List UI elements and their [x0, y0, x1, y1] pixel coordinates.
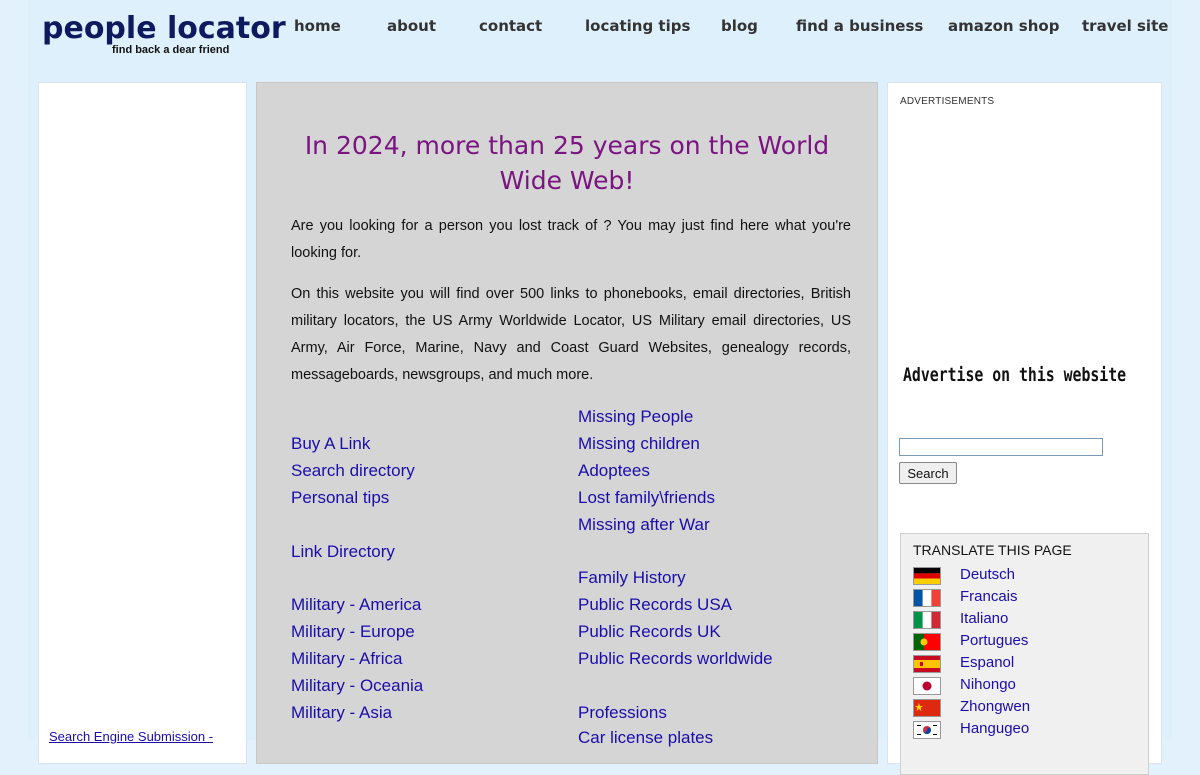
flag-france-icon: [913, 589, 941, 607]
link-link-directory[interactable]: Link Directory: [291, 542, 395, 562]
link-military-asia[interactable]: Military - Asia: [291, 703, 392, 723]
lang-zhongwen-link[interactable]: Zhongwen: [960, 698, 1030, 715]
translate-title: TRANSLATE THIS PAGE: [913, 542, 1072, 558]
link-missing-children[interactable]: Missing children: [578, 434, 700, 454]
flag-japan-icon: [913, 677, 941, 695]
lang-row-espanol[interactable]: Espanol: [913, 654, 1133, 674]
link-personal-tips[interactable]: Personal tips: [291, 488, 389, 508]
link-family-history[interactable]: Family History: [578, 568, 686, 588]
description-paragraph: On this website you will find over 500 l…: [291, 286, 851, 383]
lang-row-nihongo[interactable]: Nihongo: [913, 676, 1133, 696]
link-military-europe[interactable]: Military - Europe: [291, 622, 415, 642]
advertise-link[interactable]: Advertise on this website: [903, 364, 1126, 386]
nav-locating-tips[interactable]: locating tips: [585, 17, 690, 35]
flag-spain-icon: [913, 655, 941, 673]
flag-portugal-icon: [913, 633, 941, 651]
lang-francais-link[interactable]: Francais: [960, 588, 1018, 605]
page: people locator find back a dear friend h…: [28, 0, 1172, 775]
lang-row-francais[interactable]: Francais: [913, 588, 1133, 608]
search-input[interactable]: [899, 438, 1103, 456]
nav-blog[interactable]: blog: [721, 17, 758, 35]
translate-panel: TRANSLATE THIS PAGE Deutsch Francais Ita…: [900, 533, 1149, 775]
link-military-oceania[interactable]: Military - Oceania: [291, 676, 423, 696]
left-column: Search Engine Submission -: [38, 82, 247, 764]
lang-portugues-link[interactable]: Portugues: [960, 632, 1028, 649]
lang-italiano-link[interactable]: Italiano: [960, 610, 1008, 627]
right-column: ADVERTISEMENTS Advertise on this website…: [887, 82, 1162, 775]
link-public-records-uk[interactable]: Public Records UK: [578, 622, 721, 642]
link-missing-after-war[interactable]: Missing after War: [578, 515, 710, 535]
link-public-records-worldwide[interactable]: Public Records worldwide: [578, 649, 773, 669]
lang-row-italiano[interactable]: Italiano: [913, 610, 1133, 630]
nav-contact[interactable]: contact: [479, 17, 542, 35]
header: people locator find back a dear friend h…: [28, 0, 1172, 82]
link-lost-family-friends[interactable]: Lost family\friends: [578, 488, 715, 508]
lang-row-deutsch[interactable]: Deutsch: [913, 566, 1133, 586]
link-public-records-usa[interactable]: Public Records USA: [578, 595, 732, 615]
nav-find-a-business[interactable]: find a business: [796, 17, 923, 35]
nav-travel-site[interactable]: travel site: [1082, 17, 1168, 35]
link-military-america[interactable]: Military - America: [291, 595, 421, 615]
flag-germany-icon: [913, 567, 941, 585]
flag-china-icon: [913, 699, 941, 717]
link-professions[interactable]: Professions: [578, 703, 667, 723]
lang-espanol-link[interactable]: Espanol: [960, 654, 1014, 671]
lang-row-portugues[interactable]: Portugues: [913, 632, 1133, 652]
flag-italy-icon: [913, 611, 941, 629]
page-headline: In 2024, more than 25 years on the World…: [304, 131, 830, 195]
link-military-africa[interactable]: Military - Africa: [291, 649, 402, 669]
search-engine-submission-link[interactable]: Search Engine Submission -: [49, 729, 213, 744]
flag-korea-icon: [913, 721, 941, 739]
lang-row-zhongwen[interactable]: Zhongwen: [913, 698, 1133, 718]
search-button[interactable]: Search: [899, 462, 957, 484]
lang-nihongo-link[interactable]: Nihongo: [960, 676, 1016, 693]
lang-deutsch-link[interactable]: Deutsch: [960, 566, 1015, 583]
intro-paragraph: Are you looking for a person you lost tr…: [291, 218, 851, 261]
nav-about[interactable]: about: [387, 17, 436, 35]
site-logo-title[interactable]: people locator: [42, 11, 286, 46]
main-content: In 2024, more than 25 years on the World…: [256, 82, 878, 764]
link-search-directory[interactable]: Search directory: [291, 461, 415, 481]
nav-amazon-shop[interactable]: amazon shop: [948, 17, 1059, 35]
advertisements-label: ADVERTISEMENTS: [900, 96, 995, 107]
nav-home[interactable]: home: [294, 17, 341, 35]
link-car-license-plates[interactable]: Car license plates: [578, 728, 713, 748]
link-missing-people[interactable]: Missing People: [578, 407, 693, 427]
lang-row-hangugeo[interactable]: Hangugeo: [913, 720, 1133, 740]
link-buy-a-link[interactable]: Buy A Link: [291, 434, 370, 454]
link-adoptees[interactable]: Adoptees: [578, 461, 650, 481]
lang-hangugeo-link[interactable]: Hangugeo: [960, 720, 1029, 737]
site-logo-subtitle: find back a dear friend: [112, 44, 230, 56]
